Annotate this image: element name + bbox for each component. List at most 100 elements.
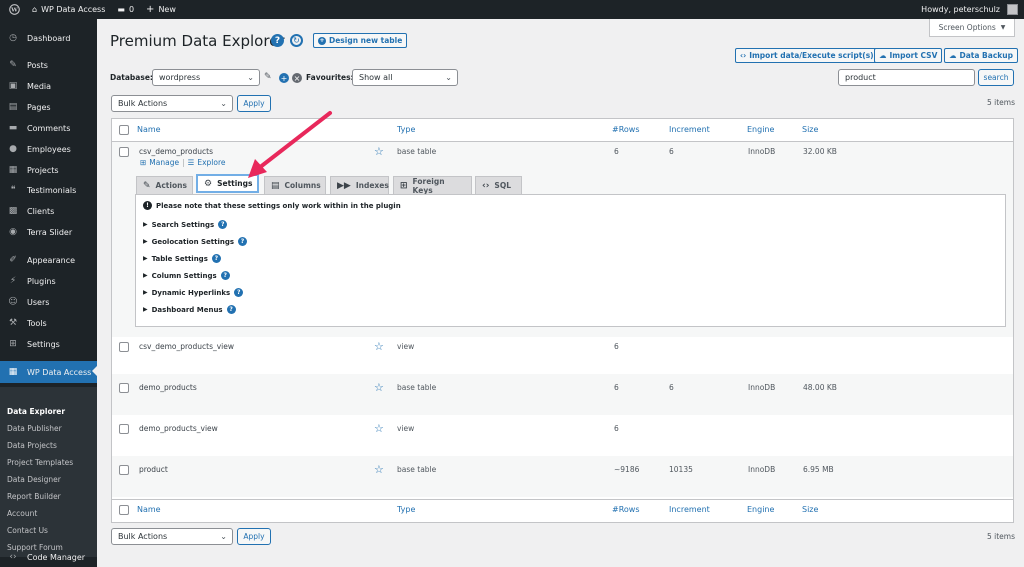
sidebar-item-wp-data-access[interactable]: ▦ WP Data Access: [0, 361, 97, 383]
row-checkbox[interactable]: [119, 383, 129, 393]
column-header-name[interactable]: Name: [137, 125, 161, 134]
help-icon[interactable]: ?: [218, 220, 228, 229]
comments-link[interactable]: ▬ 0: [117, 5, 134, 14]
column-footer-rows[interactable]: #Rows: [612, 505, 640, 514]
bulk-actions-select-top[interactable]: Bulk Actions ⌄: [111, 95, 233, 112]
row-checkbox[interactable]: [119, 424, 129, 434]
help-icon[interactable]: ?: [211, 254, 221, 263]
submenu-contact-us[interactable]: Contact Us: [7, 526, 48, 535]
select-all-checkbox[interactable]: [119, 125, 129, 135]
table-row: [112, 374, 1013, 415]
howdy-user[interactable]: Howdy, peterschulz: [921, 0, 1000, 19]
sidebar-item-appearance[interactable]: ✐ Appearance: [0, 250, 97, 270]
column-header-type[interactable]: Type: [397, 125, 415, 134]
help-icon[interactable]: ?: [238, 237, 248, 246]
sidebar-item-users[interactable]: ☺ Users: [0, 292, 97, 312]
tab-actions[interactable]: ✎ Actions: [136, 176, 193, 194]
tab-indexes[interactable]: ▶▶ Indexes: [330, 176, 389, 194]
column-header-engine[interactable]: Engine: [747, 125, 774, 134]
column-footer-type[interactable]: Type: [397, 505, 415, 514]
submenu-data-explorer[interactable]: Data Explorer: [7, 407, 65, 416]
data-backup-button[interactable]: ☁ Data Backup: [944, 48, 1018, 63]
setting-dashboard-menus[interactable]: ▶ Dashboard Menus?: [143, 305, 236, 314]
sidebar-item-pages[interactable]: ▤ Pages: [0, 97, 97, 117]
submenu-data-designer[interactable]: Data Designer: [7, 475, 61, 484]
database-select[interactable]: wordpress ⌄: [152, 69, 260, 86]
favourite-star-icon[interactable]: ☆: [374, 341, 384, 352]
column-header-increment[interactable]: Increment: [669, 125, 710, 134]
submenu-data-projects[interactable]: Data Projects: [7, 441, 57, 450]
screen-options-toggle[interactable]: Screen Options ▼: [929, 19, 1015, 37]
submenu-project-templates[interactable]: Project Templates: [7, 458, 73, 467]
tab-columns[interactable]: ▤ Columns: [264, 176, 326, 194]
tab-foreign-keys[interactable]: ⊞ Foreign Keys: [393, 176, 472, 195]
comments-count: 0: [128, 5, 135, 14]
setting-geolocation-settings[interactable]: ▶ Geolocation Settings?: [143, 237, 248, 246]
row-checkbox[interactable]: [119, 147, 129, 157]
setting-search-settings[interactable]: ▶ Search Settings?: [143, 220, 228, 229]
sidebar-item-dashboard[interactable]: ◷ Dashboard: [0, 28, 97, 48]
search-button[interactable]: search: [978, 69, 1014, 86]
tab-sql[interactable]: ‹› SQL: [475, 176, 522, 194]
new-content-link[interactable]: + New: [146, 4, 176, 15]
submenu-report-builder[interactable]: Report Builder: [7, 492, 61, 501]
setting-table-settings[interactable]: ▶ Table Settings?: [143, 254, 221, 263]
select-all-checkbox-footer[interactable]: [119, 505, 129, 515]
manage-link[interactable]: Manage: [149, 158, 179, 167]
explore-link[interactable]: Explore: [197, 158, 225, 167]
sidebar-item-label: Clients: [27, 206, 55, 216]
column-header-rows[interactable]: #Rows: [612, 125, 640, 134]
setting-dynamic-hyperlinks[interactable]: ▶ Dynamic Hyperlinks?: [143, 288, 244, 297]
home-icon: ⌂: [32, 5, 38, 14]
avatar[interactable]: [1007, 4, 1018, 15]
row-actions-separator: |: [182, 158, 185, 167]
tab-settings[interactable]: ⚙ Settings: [196, 174, 259, 193]
sidebar-item-tools[interactable]: ⚒ Tools: [0, 313, 97, 333]
column-footer-engine[interactable]: Engine: [747, 505, 774, 514]
column-footer-size[interactable]: Size: [802, 505, 818, 514]
column-footer-increment[interactable]: Increment: [669, 505, 710, 514]
remove-circle-icon[interactable]: ×: [292, 73, 302, 83]
pencil-icon[interactable]: ✎: [264, 72, 272, 82]
table-type: base table: [397, 147, 437, 156]
favourite-star-icon[interactable]: ☆: [374, 146, 384, 157]
apply-button-top[interactable]: Apply: [237, 95, 271, 112]
sidebar-item-testimonials[interactable]: ❝ Testimonials: [0, 180, 97, 200]
sidebar-item-media[interactable]: ▣ Media: [0, 76, 97, 96]
favourites-select[interactable]: Show all ⌄: [352, 69, 458, 86]
favourite-star-icon[interactable]: ☆: [374, 382, 384, 393]
column-header-size[interactable]: Size: [802, 125, 818, 134]
wordpress-logo-icon[interactable]: W: [9, 4, 20, 15]
apply-button-bottom[interactable]: Apply: [237, 528, 271, 545]
sidebar-item-code-manager[interactable]: ‹› Code Manager: [0, 547, 97, 567]
help-icon[interactable]: ?: [271, 34, 284, 47]
sidebar-item-projects[interactable]: ▦ Projects: [0, 160, 97, 180]
submenu-data-publisher[interactable]: Data Publisher: [7, 424, 62, 433]
sidebar-item-settings[interactable]: ⊞ Settings: [0, 334, 97, 354]
sidebar-item-posts[interactable]: ✎ Posts: [0, 55, 97, 75]
row-checkbox[interactable]: [119, 342, 129, 352]
help-icon[interactable]: ?: [226, 305, 236, 314]
setting-column-settings[interactable]: ▶ Column Settings?: [143, 271, 230, 280]
search-input[interactable]: product: [838, 69, 975, 86]
column-footer-name[interactable]: Name: [137, 505, 161, 514]
sidebar-item-clients[interactable]: ▩ Clients: [0, 201, 97, 221]
sidebar-item-comments[interactable]: ▬ Comments: [0, 118, 97, 138]
favourite-star-icon[interactable]: ☆: [374, 464, 384, 475]
refresh-icon[interactable]: ↻: [290, 34, 303, 47]
import-csv-button[interactable]: ☁ Import CSV: [874, 48, 943, 63]
row-checkbox[interactable]: [119, 465, 129, 475]
design-new-table-button[interactable]: + Design new table: [313, 33, 408, 48]
sidebar-item-employees[interactable]: ● Employees: [0, 139, 97, 159]
import-data-button[interactable]: ‹› Import data/Execute script(s): [735, 48, 879, 63]
bulk-actions-select-bottom[interactable]: Bulk Actions ⌄: [111, 528, 233, 545]
favourite-star-icon[interactable]: ☆: [374, 423, 384, 434]
employees-icon: ●: [9, 144, 17, 154]
submenu-account[interactable]: Account: [7, 509, 37, 518]
add-circle-icon[interactable]: +: [279, 73, 289, 83]
help-icon[interactable]: ?: [220, 271, 230, 280]
site-name-link[interactable]: ⌂ WP Data Access: [32, 5, 105, 14]
sidebar-item-plugins[interactable]: ⚡ Plugins: [0, 271, 97, 291]
sidebar-item-terra-slider[interactable]: ◉ Terra Slider: [0, 222, 97, 242]
help-icon[interactable]: ?: [234, 288, 244, 297]
